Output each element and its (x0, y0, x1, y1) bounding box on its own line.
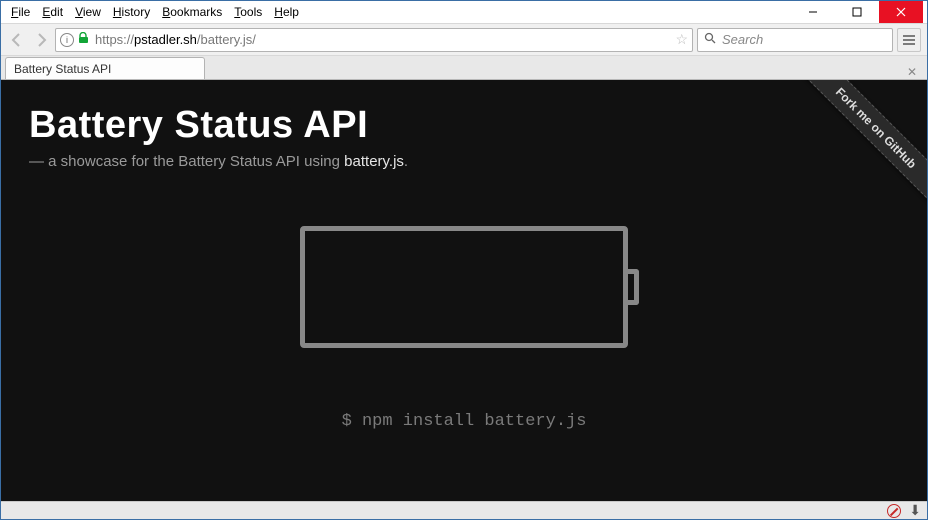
tab-active[interactable]: Battery Status API (5, 57, 205, 79)
menu-bookmarks[interactable]: Bookmarks (156, 3, 228, 21)
menu-tools[interactable]: Tools (228, 3, 268, 21)
hamburger-icon (902, 34, 916, 46)
minimize-icon (808, 7, 818, 17)
urlbar[interactable]: i https://pstadler.sh/battery.js/ ☆ (55, 28, 693, 52)
download-arrow-icon[interactable]: ⬇ (909, 502, 921, 519)
maximize-icon (852, 7, 862, 17)
menu-view[interactable]: View (69, 3, 107, 21)
menu-history[interactable]: History (107, 3, 156, 21)
bookmark-star-icon[interactable]: ☆ (675, 31, 688, 48)
battery-graphic (29, 226, 899, 348)
install-command: $ npm install battery.js (29, 412, 899, 431)
back-button[interactable] (7, 30, 27, 50)
forward-icon (33, 32, 49, 48)
statusbar: ⬇ (1, 501, 927, 519)
battery-icon (300, 226, 628, 348)
menu-help[interactable]: Help (268, 3, 305, 21)
page-content: Battery Status API — a showcase for the … (1, 80, 927, 501)
search-icon (704, 32, 716, 47)
menu-edit[interactable]: Edit (36, 3, 69, 21)
github-ribbon[interactable]: Fork me on GitHub (787, 80, 927, 220)
site-info-icon[interactable]: i (60, 33, 74, 47)
page-subtitle: — a showcase for the Battery Status API … (29, 153, 899, 170)
menu-file[interactable]: File (5, 3, 36, 21)
close-button[interactable] (879, 1, 923, 23)
search-placeholder: Search (722, 32, 763, 47)
menu-button[interactable] (897, 28, 921, 52)
maximize-button[interactable] (835, 1, 879, 23)
tab-title: Battery Status API (14, 62, 111, 76)
tabstrip-close-icon[interactable]: ✕ (905, 65, 919, 79)
battery-tip-icon (628, 269, 639, 305)
menubar: File Edit View History Bookmarks Tools H… (1, 1, 927, 23)
minimize-button[interactable] (791, 1, 835, 23)
lock-icon (78, 32, 89, 47)
tabstrip: Battery Status API ✕ (1, 56, 927, 80)
back-icon (9, 32, 25, 48)
noscript-icon[interactable] (887, 504, 901, 518)
window-controls (791, 1, 923, 23)
close-icon (896, 7, 906, 17)
url-text: https://pstadler.sh/battery.js/ (95, 32, 675, 47)
search-input[interactable]: Search (697, 28, 893, 52)
page-title: Battery Status API (29, 104, 899, 147)
forward-button[interactable] (31, 30, 51, 50)
toolbar: i https://pstadler.sh/battery.js/ ☆ Sear… (1, 23, 927, 56)
github-ribbon-label: Fork me on GitHub (792, 80, 927, 212)
